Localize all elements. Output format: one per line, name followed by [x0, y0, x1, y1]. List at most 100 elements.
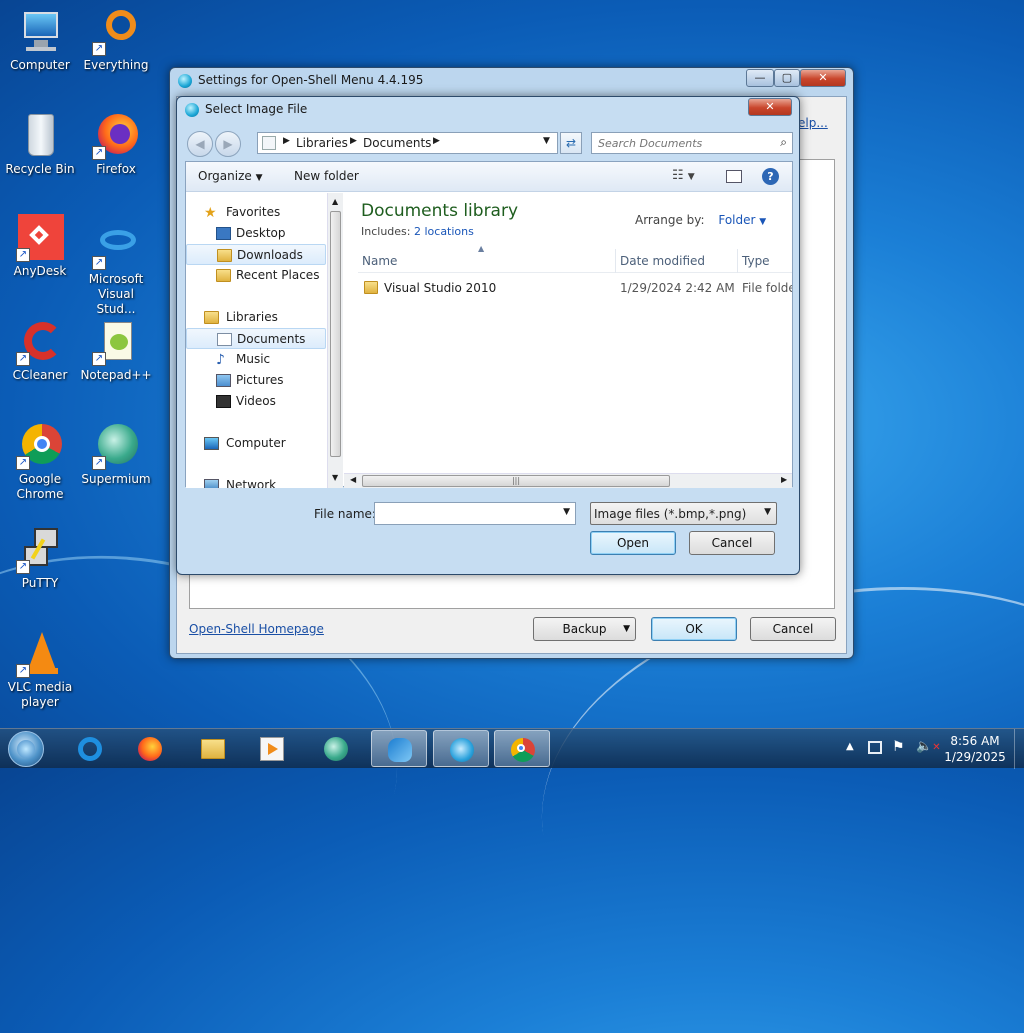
dialog-titlebar[interactable]: Select Image File ✕ [177, 97, 799, 123]
desktop-icon-everything[interactable]: ↗ Everything [78, 8, 154, 73]
desktop-icon-recycle-bin[interactable]: Recycle Bin [2, 112, 78, 177]
view-options-icon[interactable]: ☷ ▼ [672, 168, 695, 183]
help-link[interactable]: elp... [798, 116, 828, 130]
nav-downloads[interactable]: Downloads [186, 244, 326, 265]
dialog-close-button[interactable]: ✕ [748, 98, 792, 116]
scroll-up-icon[interactable]: ▲ [332, 197, 338, 206]
filename-input-box[interactable]: ▼ [374, 502, 576, 525]
nav-pictures[interactable]: Pictures [186, 370, 326, 391]
show-desktop-button[interactable] [1014, 729, 1024, 769]
nav-desktop[interactable]: Desktop [186, 223, 326, 244]
back-button[interactable]: ◀ [187, 131, 213, 157]
taskbar-ie[interactable] [62, 730, 118, 767]
dialog-cancel-button[interactable]: Cancel [689, 531, 775, 555]
new-folder-button[interactable]: New folder [294, 169, 359, 183]
column-type[interactable]: Type [738, 249, 792, 273]
column-name[interactable]: Name [358, 249, 616, 273]
content-horizontal-scrollbar[interactable]: ◀ ||| ▶ [344, 473, 792, 488]
backup-label: Backup [562, 622, 607, 636]
scroll-left-icon[interactable]: ◀ [350, 475, 356, 484]
start-button[interactable] [8, 731, 44, 767]
settings-cancel-button[interactable]: Cancel [750, 617, 836, 641]
settings-titlebar[interactable]: Settings for Open-Shell Menu 4.4.195 — ▢… [170, 68, 853, 94]
taskbar-supermium[interactable] [308, 730, 364, 767]
desktop-icon-computer[interactable]: Computer [2, 8, 78, 73]
select-image-dialog: Select Image File ✕ ◀ ▶ ▶ Libraries ▶ Do… [176, 96, 800, 575]
nav-favorites[interactable]: ★ Favorites [186, 202, 326, 223]
filter-value: Image files (*.bmp,*.png) [594, 507, 747, 521]
shortcut-arrow-icon: ↗ [92, 352, 106, 366]
desktop-icon-notepadpp[interactable]: ↗ Notepad++ [78, 318, 154, 383]
nav-recent-places[interactable]: Recent Places [186, 265, 326, 286]
backup-button[interactable]: Backup ▼ [533, 617, 636, 641]
minimize-button[interactable]: — [746, 69, 774, 87]
open-button[interactable]: Open [590, 531, 676, 555]
libraries-icon [204, 311, 219, 324]
scroll-thumb[interactable]: ||| [362, 475, 670, 487]
scroll-thumb[interactable] [330, 211, 341, 457]
system-tray: ▲ ⚑ 🔈✕ 8:56 AM 1/29/2025 [840, 729, 1024, 769]
search-box[interactable]: ⌕ [591, 132, 793, 154]
taskbar-explorer[interactable] [185, 730, 241, 767]
desktop-icon-label: CCleaner [12, 368, 68, 382]
taskbar-open-shell[interactable] [371, 730, 427, 767]
clock[interactable]: 8:56 AM 1/29/2025 [940, 733, 1010, 765]
homepage-link[interactable]: Open-Shell Homepage [189, 622, 324, 636]
file-type-filter[interactable]: Image files (*.bmp,*.png) ▼ [590, 502, 777, 525]
nav-libraries[interactable]: Libraries [186, 307, 326, 328]
navigation-scrollbar[interactable]: ▲ ▼ [327, 193, 343, 488]
taskbar-firefox[interactable] [122, 730, 178, 767]
breadcrumb-separator-icon: ▶ [283, 136, 290, 146]
help-icon[interactable]: ? [762, 168, 779, 185]
volume-muted-icon[interactable]: 🔈✕ [916, 739, 941, 754]
documents-icon [217, 333, 232, 346]
desktop-icon-putty[interactable]: ↗ PuTTY [2, 526, 78, 591]
desktop-icon-firefox[interactable]: ↗ Firefox [78, 112, 154, 177]
everything-icon: ↗ [92, 8, 140, 56]
nav-network[interactable]: Network [186, 475, 326, 488]
desktop-icon-chrome[interactable]: ↗ Google Chrome [2, 422, 78, 502]
breadcrumb-documents[interactable]: Documents [363, 136, 431, 150]
desktop-icon-ccleaner[interactable]: ↗ CCleaner [2, 318, 78, 383]
preview-pane-icon[interactable] [726, 170, 742, 183]
refresh-button[interactable]: ⇄ [560, 132, 582, 154]
arrange-dropdown[interactable]: Folder ▼ [718, 213, 766, 227]
vlc-icon: ↗ [16, 630, 64, 678]
taskbar-media-player[interactable] [244, 730, 300, 767]
desktop-icon-vlc[interactable]: ↗ VLC media player [2, 630, 78, 710]
library-title: Documents library [361, 201, 519, 221]
forward-button[interactable]: ▶ [215, 131, 241, 157]
show-hidden-icons-icon[interactable]: ▲ [846, 741, 854, 752]
ok-button[interactable]: OK [651, 617, 737, 641]
desktop-icon-visual-studio[interactable]: ↗ Microsoft Visual Stud... [78, 222, 154, 317]
nav-computer[interactable]: Computer [186, 433, 326, 454]
close-button[interactable]: ✕ [800, 69, 846, 87]
media-player-icon [260, 737, 284, 761]
address-bar[interactable]: ▶ Libraries ▶ Documents ▶ ▼ [257, 132, 558, 154]
file-row[interactable]: Visual Studio 2010 1/29/2024 2:42 AM Fil… [358, 277, 792, 299]
dropdown-arrow-icon: ▼ [623, 624, 630, 634]
computer-icon [16, 8, 64, 56]
desktop-icon-supermium[interactable]: ↗ Supermium [78, 422, 154, 487]
breadcrumb-libraries[interactable]: Libraries [296, 136, 348, 150]
search-input[interactable] [596, 134, 766, 152]
column-date-modified[interactable]: Date modified [616, 249, 738, 273]
nav-documents[interactable]: Documents [186, 328, 326, 349]
address-dropdown-icon[interactable]: ▼ [543, 136, 550, 146]
organize-button[interactable]: Organize ▼ [198, 169, 263, 183]
search-icon: ⌕ [780, 135, 787, 149]
action-center-flag-icon[interactable]: ⚑ [892, 739, 905, 755]
network-tray-icon[interactable] [868, 741, 882, 754]
scroll-down-icon[interactable]: ▼ [332, 473, 338, 482]
folder-icon [364, 281, 378, 294]
filename-input[interactable] [378, 505, 553, 522]
maximize-button[interactable]: ▢ [774, 69, 800, 87]
nav-videos[interactable]: Videos [186, 391, 326, 412]
includes-locations-link[interactable]: 2 locations [414, 225, 474, 238]
desktop-icon-anydesk[interactable]: ↗ AnyDesk [2, 214, 78, 279]
scroll-right-icon[interactable]: ▶ [781, 475, 787, 484]
taskbar-open-shell-settings[interactable] [433, 730, 489, 767]
dropdown-arrow-icon[interactable]: ▼ [563, 507, 570, 517]
taskbar-chrome[interactable] [494, 730, 550, 767]
nav-music[interactable]: ♪ Music [186, 349, 326, 370]
